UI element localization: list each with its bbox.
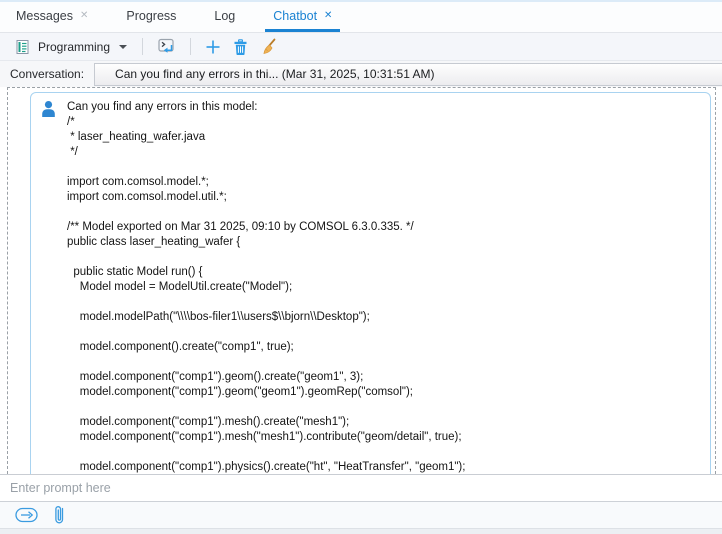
tab-messages[interactable]: Messages ✕ bbox=[8, 2, 96, 32]
tab-progress[interactable]: Progress bbox=[118, 2, 184, 32]
tab-bar: Messages ✕ Progress Log Chatbot ✕ bbox=[0, 2, 722, 33]
chatbot-toolbar: Programming bbox=[0, 33, 722, 61]
conversation-select[interactable]: Can you find any errors in thi... (Mar 3… bbox=[94, 63, 722, 86]
toolbar-separator bbox=[190, 38, 191, 55]
tab-chatbot[interactable]: Chatbot ✕ bbox=[265, 2, 340, 32]
tab-messages-close-icon[interactable]: ✕ bbox=[80, 11, 88, 21]
programming-document-icon bbox=[13, 37, 32, 57]
window-bottom-edge bbox=[0, 528, 722, 534]
prompt-input[interactable] bbox=[0, 475, 722, 501]
conversation-bar: Conversation: Can you find any errors in… bbox=[0, 61, 722, 87]
delete-conversation-icon[interactable] bbox=[231, 37, 250, 57]
tab-log[interactable]: Log bbox=[206, 2, 243, 32]
prompt-actions bbox=[0, 501, 722, 528]
conversation-label: Conversation: bbox=[0, 67, 94, 81]
toolbar-separator bbox=[142, 38, 143, 55]
chat-history-panel[interactable]: Can you find any errors in this model: /… bbox=[7, 87, 716, 474]
mode-dropdown-label: Programming bbox=[38, 40, 110, 54]
tab-log-label: Log bbox=[214, 9, 235, 23]
add-conversation-icon[interactable] bbox=[203, 37, 223, 57]
send-prompt-button[interactable] bbox=[13, 505, 41, 525]
tab-progress-label: Progress bbox=[126, 9, 176, 23]
tab-chatbot-label: Chatbot bbox=[273, 9, 317, 23]
attach-file-button[interactable] bbox=[51, 502, 68, 528]
clear-broom-icon[interactable] bbox=[258, 36, 279, 57]
tab-chatbot-close-icon[interactable]: ✕ bbox=[324, 11, 332, 21]
prompt-row bbox=[0, 474, 722, 501]
chevron-down-icon bbox=[119, 45, 127, 49]
mode-dropdown[interactable]: Programming bbox=[10, 35, 130, 59]
user-message-text: Can you find any errors in this model: /… bbox=[67, 100, 700, 474]
user-message-bubble: Can you find any errors in this model: /… bbox=[30, 92, 711, 474]
conversation-selected-option: Can you find any errors in thi... (Mar 3… bbox=[115, 67, 435, 81]
tab-messages-label: Messages bbox=[16, 9, 73, 23]
send-to-console-icon[interactable] bbox=[155, 36, 178, 57]
user-avatar-icon bbox=[40, 100, 57, 121]
